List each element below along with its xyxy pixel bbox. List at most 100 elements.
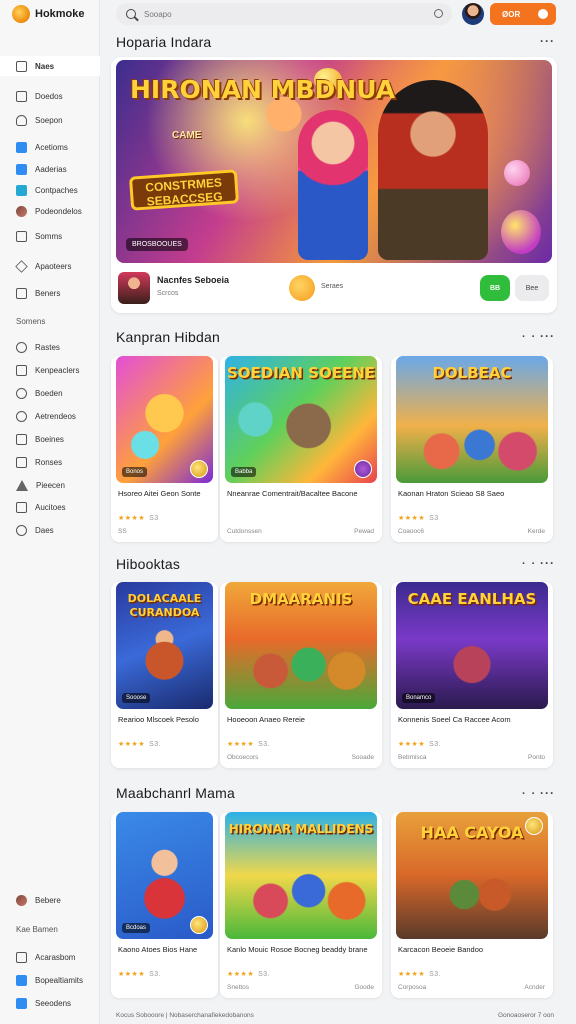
game-footer-right: Pewad	[354, 528, 374, 535]
game-footer: Snettos	[227, 984, 250, 991]
rating-stars: ★★★★ S3.	[227, 970, 270, 978]
sidebar-item-label: Aaderias	[35, 164, 67, 174]
sidebar-item-home[interactable]: Naes	[0, 56, 100, 76]
sidebar-footer-label: Kae Bamen	[16, 925, 58, 934]
game-art: DOLBEAC	[396, 356, 548, 483]
game-title[interactable]: Kaonan Hraton Scieao S8 Saeo	[398, 488, 547, 499]
game-title[interactable]: Nneanrae Comentrait/Bacaltee Bacone	[227, 488, 376, 499]
avatar-icon	[16, 205, 27, 217]
game-title[interactable]: Kanlo Mouic Rosoe Bocneg beaddy brane	[227, 944, 376, 955]
rating-stars: ★★★★ S3.	[398, 970, 441, 978]
sidebar-item-soepon[interactable]: Soepon	[0, 110, 100, 130]
character-figure	[378, 80, 488, 260]
game-title[interactable]: Konnenis Soeel Ca Raccee Acom	[398, 714, 547, 725]
featured-thumbnail[interactable]	[118, 272, 150, 304]
game-card[interactable]: Bonos Hsoreo Aitei Geon Sonte ★★★★ S3 SS	[111, 356, 218, 542]
sidebar-item-aetrendeos[interactable]: Aetrendeos	[0, 406, 100, 426]
game-badge: Babba	[231, 467, 257, 477]
more-options-icon[interactable]: ···	[540, 786, 555, 800]
section-title: Kanpran Hibdan	[116, 329, 220, 345]
sidebar-item-label: Kenpeaclers	[35, 365, 80, 375]
game-card[interactable]: Bcdoas Kaono Atoes Bios Hane ★★★★ S3.	[111, 812, 218, 998]
lock-icon	[16, 230, 27, 242]
section-title: Hibooktas	[116, 556, 181, 572]
game-card[interactable]: DMAARANIS Hooeoon Anaeo Rereie ★★★★ S3. O…	[220, 582, 382, 768]
sidebar-item-pieecen[interactable]: Pieecen	[0, 475, 100, 495]
refresh-icon[interactable]	[434, 9, 443, 18]
more-button[interactable]: Bee	[515, 275, 549, 301]
sidebar-item-apaoteers[interactable]: Apaoteers	[0, 256, 100, 276]
sidebar-item-somms[interactable]: Somms	[0, 226, 100, 246]
teal-app-icon	[16, 184, 27, 196]
sidebar-item-podeondelos[interactable]: Podeondelos	[0, 201, 100, 221]
user-avatar[interactable]	[462, 3, 484, 25]
blue-app-icon	[16, 141, 27, 153]
sidebar-item-beners[interactable]: Beners	[0, 283, 100, 303]
rating-value: S3	[429, 515, 439, 522]
game-title[interactable]: Karcacon Beoeie Bandoo	[398, 944, 547, 955]
sidebar-item-boeines[interactable]: Boeines	[0, 429, 100, 449]
sidebar-item-aucitoes[interactable]: Aucitoes	[0, 497, 100, 517]
more-options-icon[interactable]: ···	[540, 329, 555, 343]
carousel-arrows[interactable]: ··	[522, 331, 541, 343]
game-art-title: HIRONAR MALLIDENS	[228, 822, 374, 836]
sidebar-item-kenpeaclers[interactable]: Kenpeaclers	[0, 360, 100, 380]
sidebar-profile[interactable]: Bebere	[0, 890, 100, 910]
sidebar-item-contpaches[interactable]: Contpaches	[0, 180, 100, 200]
featured-game-name[interactable]: Nacnfes Seboeia	[157, 275, 229, 285]
game-footer: Coaooc6	[398, 528, 425, 535]
featured-card[interactable]: HIRONAN MBDNUA CAME CONSTRMES SEBACCSEG …	[111, 57, 557, 313]
blue-app-icon	[16, 997, 27, 1009]
sidebar-item-label: Podeondelos	[35, 206, 82, 216]
game-card[interactable]: HAA CAYOA Karcacon Beoeie Bandoo ★★★★ S3.…	[391, 812, 553, 998]
carousel-arrows[interactable]: ··	[522, 558, 541, 570]
more-options-icon[interactable]: ···	[540, 556, 555, 570]
game-title[interactable]: Hsoreo Aitei Geon Sonte	[118, 488, 212, 499]
sidebar-item-ronses[interactable]: Ronses	[0, 452, 100, 472]
game-card[interactable]: SOEDIAN SOEENE Babba Nneanrae Comentrait…	[220, 356, 382, 542]
featured-art[interactable]: HIRONAN MBDNUA CAME CONSTRMES SEBACCSEG …	[116, 60, 552, 263]
logo-icon	[12, 5, 30, 23]
sidebar-item-aaderias[interactable]: Aaderias	[0, 159, 100, 179]
rating-value: S3.	[429, 971, 442, 978]
game-card[interactable]: HIRONAR MALLIDENS Kanlo Mouic Rosoe Bocn…	[220, 812, 382, 998]
game-title[interactable]: Kaono Atoes Bios Hane	[118, 944, 212, 955]
game-footer-right: Sooade	[351, 754, 374, 761]
sidebar-item-daes[interactable]: Daes	[0, 520, 100, 540]
sidebar-item-label: Bopealtiamits	[35, 975, 84, 985]
stars: ★★★★	[227, 971, 255, 978]
game-card[interactable]: DOLBEAC Kaonan Hraton Scieao S8 Saeo ★★★…	[391, 356, 553, 542]
rating-value: S3.	[149, 741, 162, 748]
search-input[interactable]: Sooapo	[144, 10, 172, 19]
game-title[interactable]: Rearioo Mlscoek Pesolo	[118, 714, 212, 725]
game-art: SOEDIAN SOEENE Babba	[225, 356, 377, 483]
game-title[interactable]: Hooeoon Anaeo Rereie	[227, 714, 376, 725]
game-card[interactable]: CAAE EANLHAS Bonamco Konnenis Soeel Ca R…	[391, 582, 553, 768]
brand[interactable]: Hokmoke	[12, 5, 85, 23]
sidebar-section-label: Somens	[16, 317, 46, 326]
header-cta-button[interactable]: ØOR	[490, 3, 556, 25]
game-footer: Corposoa	[398, 984, 427, 991]
sidebar-item-acetioms[interactable]: Acetioms	[0, 137, 100, 157]
sidebar-item-acarasbom[interactable]: Acarasbom	[0, 947, 100, 967]
sidebar-item-doedos[interactable]: Doedos	[0, 86, 100, 106]
game-art: HAA CAYOA	[396, 812, 548, 939]
emoji-icon	[289, 275, 315, 301]
featured-game-meta: Scrcos	[157, 290, 179, 297]
carousel-arrows[interactable]: ··	[522, 788, 541, 800]
coin-icon	[525, 817, 543, 835]
sidebar-profile-label: Bebere	[35, 895, 61, 905]
play-button[interactable]: BB	[480, 275, 510, 301]
sidebar-item-label: Acarasbom	[35, 952, 76, 962]
triangle-icon	[16, 479, 28, 491]
sidebar-item-boeden[interactable]: Boeden	[0, 383, 100, 403]
game-card[interactable]: DOLACAALE CURANDOA Sooose Rearioo Mlscoe…	[111, 582, 218, 768]
sidebar-item-seeodens[interactable]: Seeodens	[0, 993, 100, 1013]
blue-app-icon	[16, 974, 27, 986]
sidebar-item-bopealtiamits[interactable]: Bopealtiamits	[0, 970, 100, 990]
more-options-icon[interactable]: ···	[540, 34, 555, 48]
avatar-icon	[16, 894, 27, 906]
search-bar[interactable]: Sooapo	[116, 3, 452, 25]
sidebar-item-rastes[interactable]: Rastes	[0, 337, 100, 357]
sidebar-item-label: Aucitoes	[35, 502, 66, 512]
